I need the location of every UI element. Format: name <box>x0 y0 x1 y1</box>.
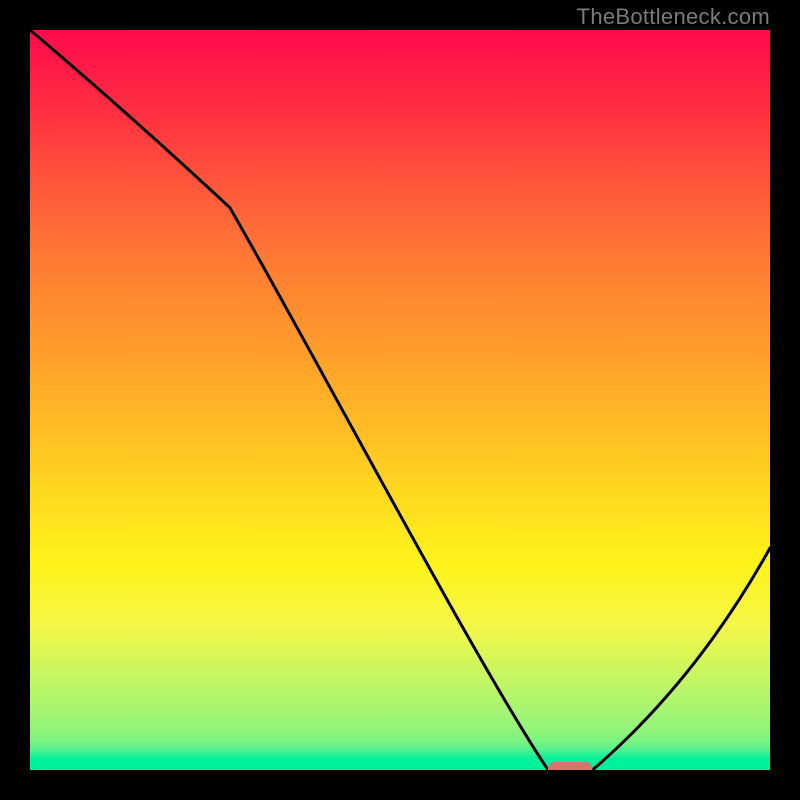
curve-svg <box>30 30 770 770</box>
chart-container: TheBottleneck.com <box>0 0 800 800</box>
optimal-marker <box>548 762 592 770</box>
watermark-text: TheBottleneck.com <box>577 4 770 30</box>
plot-area <box>30 30 770 770</box>
bottleneck-curve <box>30 30 770 770</box>
